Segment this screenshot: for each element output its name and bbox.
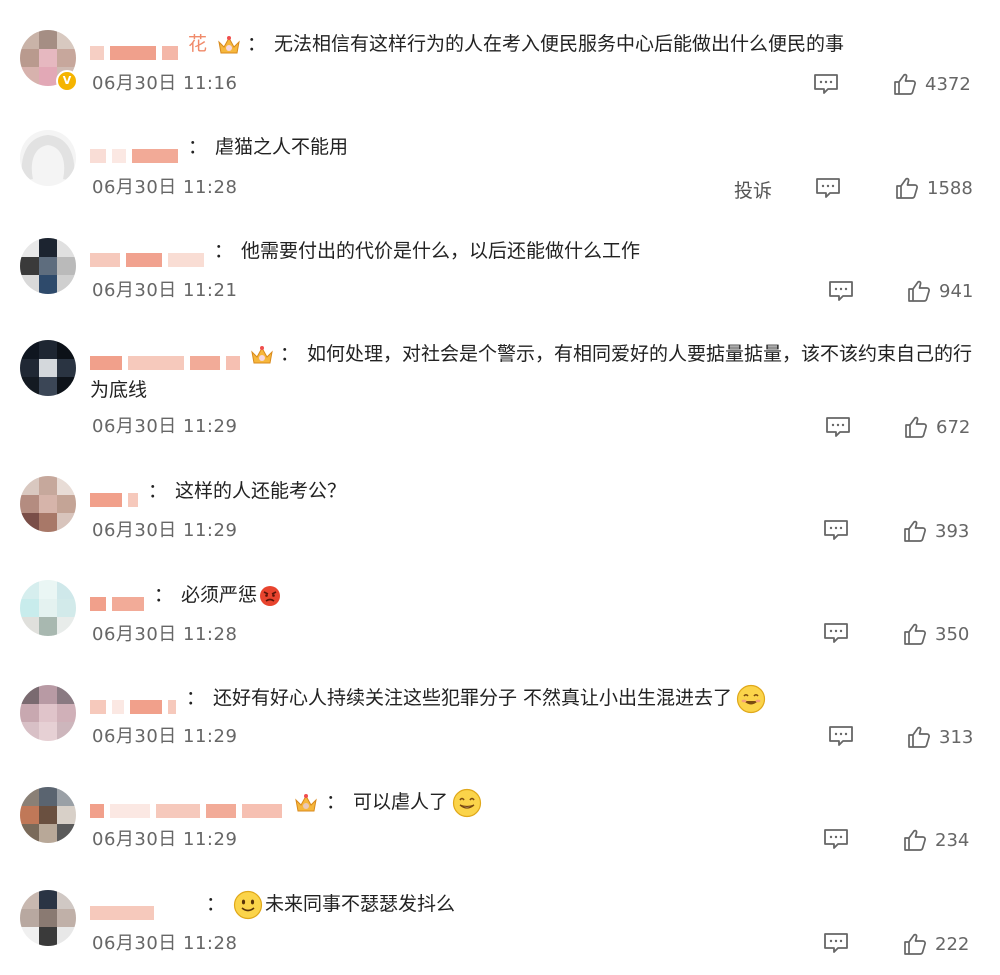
comment-time: 06月30日 11:29 [92, 520, 238, 541]
username-blurred[interactable] [90, 895, 202, 920]
comment-body: ：虐猫之人不能用 [90, 129, 982, 165]
comment-time: 06月30日 11:29 [92, 416, 238, 437]
verified-badge-icon: V [56, 70, 78, 92]
username-blurred[interactable] [90, 138, 184, 163]
comment-body: ：他需要付出的代价是什么，以后还能做什么工作 [90, 233, 982, 269]
like-count: 4372 [925, 73, 971, 95]
avatar[interactable] [20, 890, 76, 946]
username-blurred[interactable] [90, 35, 184, 60]
comment-time: 06月30日 11:29 [92, 829, 238, 850]
username-blurred[interactable] [90, 345, 246, 370]
comment-text: 这样的人还能考公？ [175, 480, 347, 502]
crown-icon [218, 35, 240, 53]
thumbs-up-icon [894, 73, 916, 95]
like-button[interactable]: 393 [903, 519, 969, 543]
comment-text: 必须严惩 [181, 584, 258, 606]
comment-text: 他需要付出的代价是什么，以后还能做什么工作 [241, 240, 641, 262]
comment-text: 未来同事不瑟瑟发抖么 [265, 893, 456, 915]
like-count: 313 [939, 726, 974, 748]
comment-icon[interactable] [823, 519, 849, 541]
smile-emoji-icon [233, 890, 263, 919]
avatar[interactable] [20, 685, 76, 741]
username-blurred[interactable] [90, 793, 288, 818]
comment-body: ：可以虐人了 [90, 784, 982, 820]
like-count: 941 [939, 280, 974, 302]
comment-icon[interactable] [823, 622, 849, 644]
comment-time: 06月30日 11:28 [92, 624, 238, 645]
comment-body: ：如何处理，对社会是个警示，有相同爱好的人要掂量掂量，该不该约束自己的行为底线 [90, 343, 973, 401]
comment-body: 花：无法相信有这样行为的人在考入便民服务中心后能做出什么便民的事 [90, 26, 982, 62]
comment-icon[interactable] [828, 280, 854, 302]
avatar[interactable] [20, 238, 76, 294]
comment-icon[interactable] [828, 725, 854, 747]
comment-text: 无法相信有这样行为的人在考入便民服务中心后能做出什么便民的事 [274, 33, 845, 55]
like-count: 672 [936, 416, 971, 438]
like-button[interactable]: 1588 [895, 176, 973, 200]
username-blurred[interactable] [90, 586, 150, 611]
username-blurred[interactable] [90, 482, 144, 507]
angry-emoji-icon [260, 585, 281, 606]
comment-body: ：这样的人还能考公？ [90, 473, 982, 509]
comment-list: V 花：无法相信有这样行为的人在考入便民服务中心后能做出什么便民的事 06月30… [0, 0, 1000, 975]
like-button[interactable]: 941 [907, 279, 973, 303]
comment-body: ：必须严惩 [90, 577, 982, 613]
comment-time: 06月30日 11:16 [92, 73, 238, 94]
thumbs-up-icon [908, 280, 930, 302]
like-button[interactable]: 4372 [893, 72, 971, 96]
crown-icon [295, 793, 317, 811]
like-button[interactable]: 313 [907, 725, 973, 749]
thumbs-up-icon [904, 520, 926, 542]
thumbs-up-icon [904, 623, 926, 645]
comment-text: 还好有好心人持续关注这些犯罪分子 不然真让小出生混进去了 [213, 687, 733, 709]
comment-time: 06月30日 11:28 [92, 177, 238, 198]
like-count: 234 [935, 829, 970, 851]
comment-icon[interactable] [823, 828, 849, 850]
like-count: 222 [935, 933, 970, 955]
comment-text: 可以虐人了 [353, 791, 449, 813]
comment-icon[interactable] [823, 932, 849, 954]
username-blurred[interactable] [90, 689, 182, 714]
report-button[interactable]: 投诉 [734, 176, 772, 203]
like-button[interactable]: 234 [903, 828, 969, 852]
avatar[interactable] [20, 130, 76, 186]
like-count: 393 [935, 520, 970, 542]
comment-time: 06月30日 11:21 [92, 280, 238, 301]
thumbs-up-icon [896, 177, 918, 199]
default-avatar-icon [21, 134, 75, 181]
like-count: 350 [935, 623, 970, 645]
comment-icon[interactable] [825, 416, 851, 438]
thumbs-up-icon [908, 726, 930, 748]
avatar[interactable] [20, 580, 76, 636]
comment-icon[interactable] [813, 73, 839, 95]
grin-emoji-icon [452, 788, 482, 817]
avatar[interactable] [20, 787, 76, 843]
comment-time: 06月30日 11:28 [92, 933, 238, 954]
avatar[interactable] [20, 476, 76, 532]
like-button[interactable]: 350 [903, 622, 969, 646]
crown-icon [251, 345, 273, 363]
comment-body: ：还好有好心人持续关注这些犯罪分子 不然真让小出生混进去了 [90, 680, 982, 716]
avatar[interactable] [20, 340, 76, 396]
comment-time: 06月30日 11:29 [92, 726, 238, 747]
like-button[interactable]: 222 [903, 932, 969, 956]
smile-emoji-icon [736, 684, 766, 713]
username-tail[interactable]: 花 [188, 33, 207, 55]
comment-icon[interactable] [815, 177, 841, 199]
thumbs-up-icon [904, 829, 926, 851]
comment-text: 虐猫之人不能用 [215, 136, 349, 158]
like-count: 1588 [927, 177, 973, 199]
comment-body: ：未来同事不瑟瑟发抖么 [90, 886, 982, 922]
like-button[interactable]: 672 [904, 415, 970, 439]
username-blurred[interactable] [90, 242, 210, 267]
thumbs-up-icon [905, 416, 927, 438]
thumbs-up-icon [904, 933, 926, 955]
